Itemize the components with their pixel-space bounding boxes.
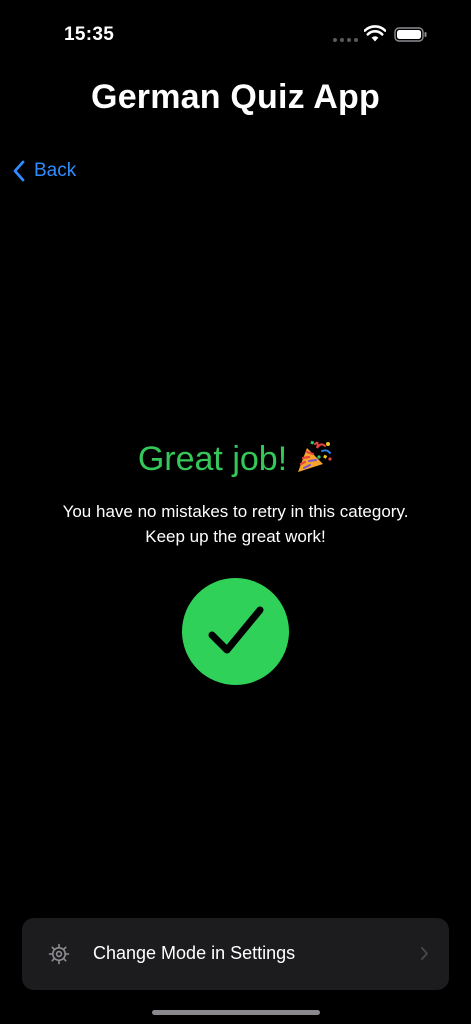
gear-icon bbox=[48, 943, 70, 965]
page-title: German Quiz App bbox=[91, 78, 380, 116]
chevron-right-icon bbox=[421, 947, 428, 960]
home-indicator[interactable] bbox=[152, 1010, 320, 1015]
battery-icon bbox=[394, 27, 427, 42]
success-badge bbox=[182, 578, 289, 685]
success-heading-text: Great job! bbox=[137, 440, 288, 478]
success-message: You have no mistakes to retry in this ca… bbox=[20, 499, 451, 549]
back-button[interactable]: Back bbox=[12, 160, 76, 182]
checkmark-icon bbox=[208, 606, 264, 654]
success-message-line2: Keep up the great work! bbox=[145, 527, 326, 546]
party-popper-icon bbox=[298, 440, 332, 472]
back-button-label: Back bbox=[34, 160, 77, 181]
status-time: 15:35 bbox=[64, 24, 115, 45]
chevron-left-icon bbox=[13, 160, 25, 182]
cellular-signal-icon bbox=[333, 38, 358, 42]
wifi-icon bbox=[364, 25, 386, 42]
success-message-line1: You have no mistakes to retry in this ca… bbox=[62, 502, 409, 521]
status-bar: 15:35 bbox=[0, 0, 471, 70]
settings-row-label: Change Mode in Settings bbox=[93, 943, 296, 963]
success-heading: Great job! bbox=[0, 438, 471, 479]
change-mode-settings-button[interactable]: Change Mode in Settings bbox=[22, 918, 449, 990]
